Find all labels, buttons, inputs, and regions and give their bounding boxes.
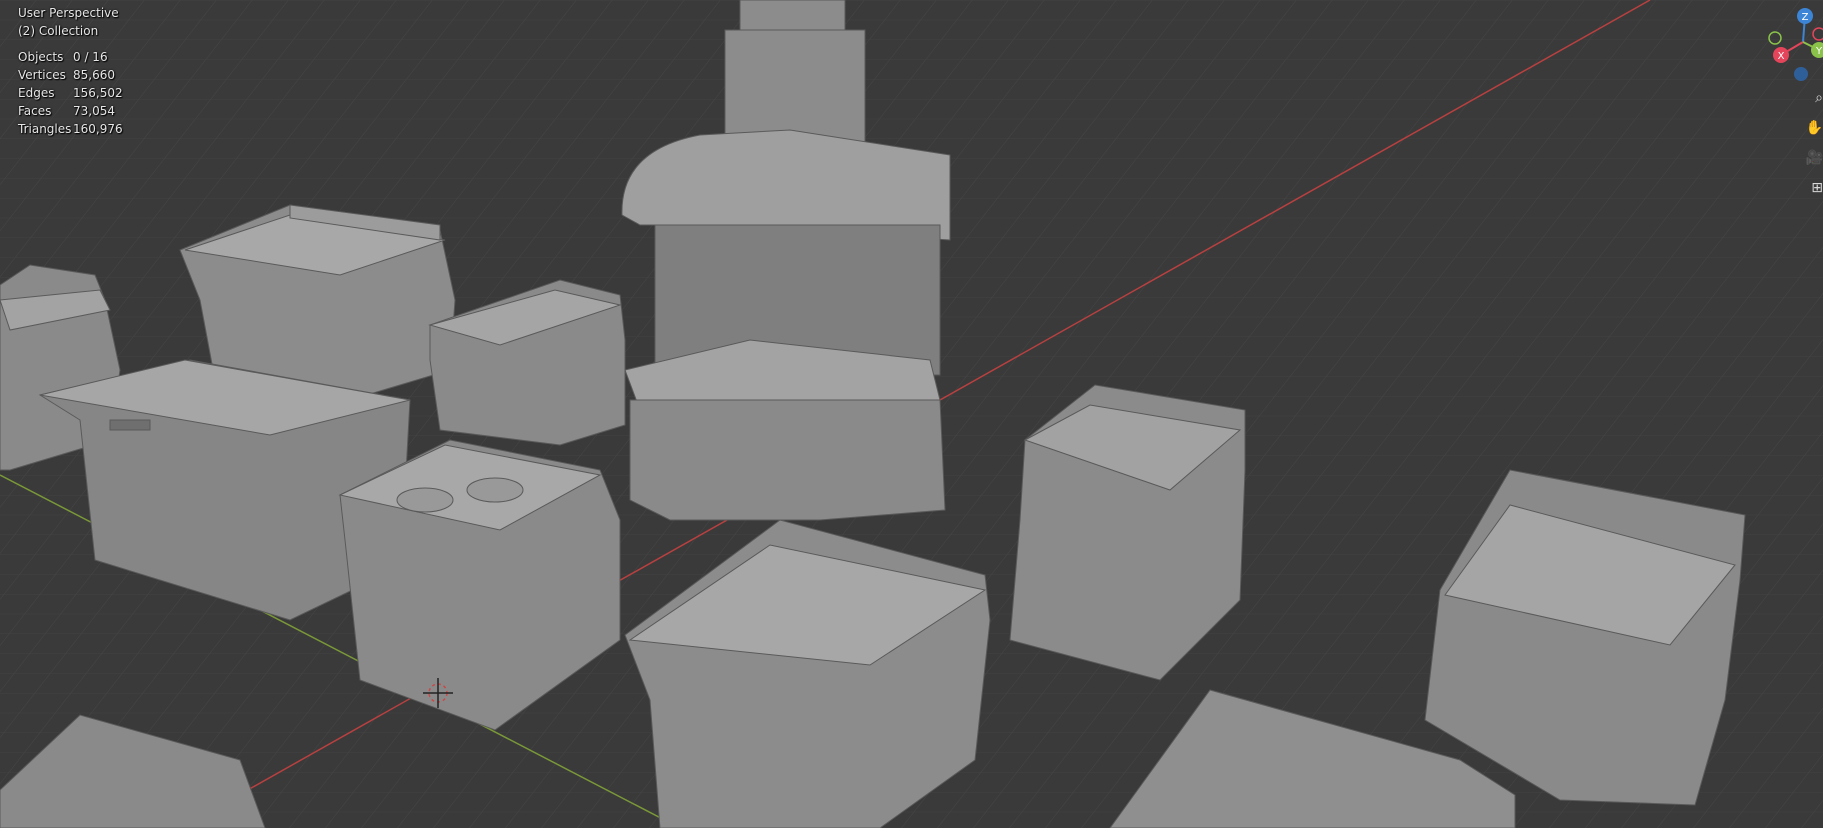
stat-triangles: Triangles 160,976 xyxy=(18,122,123,136)
grid-icon[interactable]: ⊞ xyxy=(1805,180,1823,202)
neg-x-axis-handle[interactable] xyxy=(1812,27,1823,41)
stat-objects: Objects 0 / 16 xyxy=(18,50,108,64)
viewport-scene[interactable] xyxy=(0,0,1823,828)
scene-statistics: Objects 0 / 16 Vertices 85,660 Edges 156,50… xyxy=(18,48,123,138)
z-axis-label: Z xyxy=(1802,12,1809,23)
zoom-icon[interactable]: ⌕ xyxy=(1805,90,1823,112)
pan-hand-icon[interactable]: ✋ xyxy=(1805,120,1823,142)
neg-z-axis-handle[interactable] xyxy=(1794,67,1808,81)
viewport-info-overlay: User Perspective (2) Collection Objects 0… xyxy=(18,4,123,138)
stat-faces: Faces 73,054 xyxy=(18,104,115,118)
stat-vertices: Vertices 85,660 xyxy=(18,68,115,82)
navigation-gizmo[interactable]: Z X Y xyxy=(1753,0,1823,90)
stat-edges: Edges 156,502 xyxy=(18,86,123,100)
camera-icon[interactable]: 🎥 xyxy=(1805,150,1823,172)
view-name: User Perspective xyxy=(18,6,119,20)
y-axis-label: Y xyxy=(1815,46,1823,57)
3d-viewport[interactable]: User Perspective (2) Collection Objects 0… xyxy=(0,0,1823,828)
x-axis-label: X xyxy=(1778,51,1785,62)
neg-y-axis-handle[interactable] xyxy=(1768,31,1782,45)
collection-name: (2) Collection xyxy=(18,24,99,38)
